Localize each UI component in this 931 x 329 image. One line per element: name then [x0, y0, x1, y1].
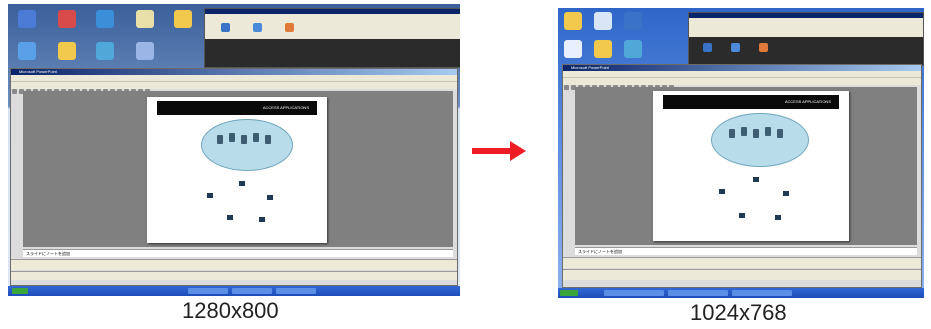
taskbar-button[interactable] [604, 290, 664, 296]
server-icon [241, 135, 247, 144]
app-icon[interactable] [731, 43, 740, 52]
server-icon [777, 129, 783, 138]
server-icon [765, 127, 771, 136]
explorer-dark-area [205, 39, 460, 67]
desktop-icon[interactable] [136, 10, 154, 28]
laptop-icon [739, 213, 745, 218]
laptop-icon [207, 193, 213, 198]
slide[interactable]: ACCESS APPLICATIONS [653, 91, 849, 241]
status-bar [563, 269, 921, 280]
desktop-icon[interactable] [18, 42, 36, 60]
left-caption: 1280x800 [182, 298, 279, 323]
screenshot-1280x800: Microsoft PowerPoint ACCESS APPLICATIONS… [8, 4, 460, 296]
desktop-icon[interactable] [594, 12, 612, 30]
router-icon [239, 181, 245, 186]
desktop-icon[interactable] [96, 42, 114, 60]
slide-canvas[interactable]: ACCESS APPLICATIONS [575, 87, 917, 245]
desktop-icon[interactable] [136, 42, 154, 60]
desktop-icon[interactable] [624, 12, 642, 30]
screenshot-1024x768: Microsoft PowerPoint ACCESS APPLICATIONS… [558, 8, 924, 298]
powerpoint-window[interactable]: Microsoft PowerPoint ACCESS APPLICATIONS… [562, 64, 922, 288]
desktop-icon[interactable] [18, 10, 36, 28]
desktop-icon[interactable] [594, 40, 612, 58]
right-caption: 1024x768 [690, 300, 787, 325]
toolbar[interactable] [11, 81, 457, 94]
desktop-icon[interactable] [564, 40, 582, 58]
app-icon[interactable] [703, 43, 712, 52]
app-icon[interactable] [253, 23, 262, 32]
network-cloud [711, 113, 809, 167]
server-icon [729, 129, 735, 138]
slide-header: ACCESS APPLICATIONS [663, 95, 839, 109]
taskbar-button[interactable] [276, 288, 316, 294]
slide-canvas[interactable]: ACCESS APPLICATIONS [23, 91, 453, 247]
desktop-icon[interactable] [58, 42, 76, 60]
status-bar [11, 271, 457, 280]
explorer-titlebar[interactable] [205, 9, 460, 14]
explorer-dark-area [689, 37, 923, 65]
app-icon[interactable] [221, 23, 230, 32]
slide-header: ACCESS APPLICATIONS [157, 101, 317, 115]
app-icon[interactable] [285, 23, 294, 32]
explorer-window[interactable] [688, 12, 924, 66]
desktop-icon[interactable] [174, 10, 192, 28]
server-icon [253, 133, 259, 142]
slide-title: ACCESS APPLICATIONS [784, 99, 831, 104]
start-button[interactable] [560, 290, 578, 296]
explorer-window[interactable] [204, 8, 460, 68]
laptop-icon [775, 215, 781, 220]
network-cloud [201, 119, 293, 171]
arrow-right-head [510, 141, 526, 161]
server-icon [229, 133, 235, 142]
notes-pane[interactable]: スライドにノートを追加 [575, 247, 917, 255]
server-icon [265, 135, 271, 144]
arrow-right-icon [472, 148, 512, 154]
taskbar[interactable] [558, 288, 924, 298]
router-icon [753, 177, 759, 182]
taskbar[interactable] [8, 286, 460, 296]
taskbar-button[interactable] [188, 288, 228, 294]
server-icon [217, 135, 223, 144]
powerpoint-window[interactable]: Microsoft PowerPoint ACCESS APPLICATIONS… [10, 68, 458, 286]
window-title: Microsoft PowerPoint [11, 69, 457, 75]
taskbar-button[interactable] [668, 290, 728, 296]
start-button[interactable] [12, 288, 28, 294]
drawing-toolbar[interactable] [563, 257, 921, 268]
laptop-icon [719, 189, 725, 194]
taskbar-button[interactable] [232, 288, 272, 294]
taskbar-button[interactable] [732, 290, 792, 296]
desktop-icon[interactable] [564, 12, 582, 30]
explorer-titlebar[interactable] [689, 13, 923, 18]
app-icon[interactable] [759, 43, 768, 52]
notes-pane[interactable]: スライドにノートを追加 [23, 249, 453, 257]
laptop-icon [267, 195, 273, 200]
laptop-icon [259, 217, 265, 222]
drawing-toolbar[interactable] [11, 259, 457, 270]
window-title: Microsoft PowerPoint [563, 65, 921, 71]
slide-title: ACCESS APPLICATIONS [262, 105, 309, 110]
laptop-icon [783, 191, 789, 196]
server-icon [741, 127, 747, 136]
slide[interactable]: ACCESS APPLICATIONS [147, 97, 327, 243]
desktop-icon[interactable] [96, 10, 114, 28]
desktop-icon[interactable] [624, 40, 642, 58]
laptop-icon [227, 215, 233, 220]
toolbar[interactable] [563, 77, 921, 90]
desktop-icon[interactable] [58, 10, 76, 28]
server-icon [753, 129, 759, 138]
